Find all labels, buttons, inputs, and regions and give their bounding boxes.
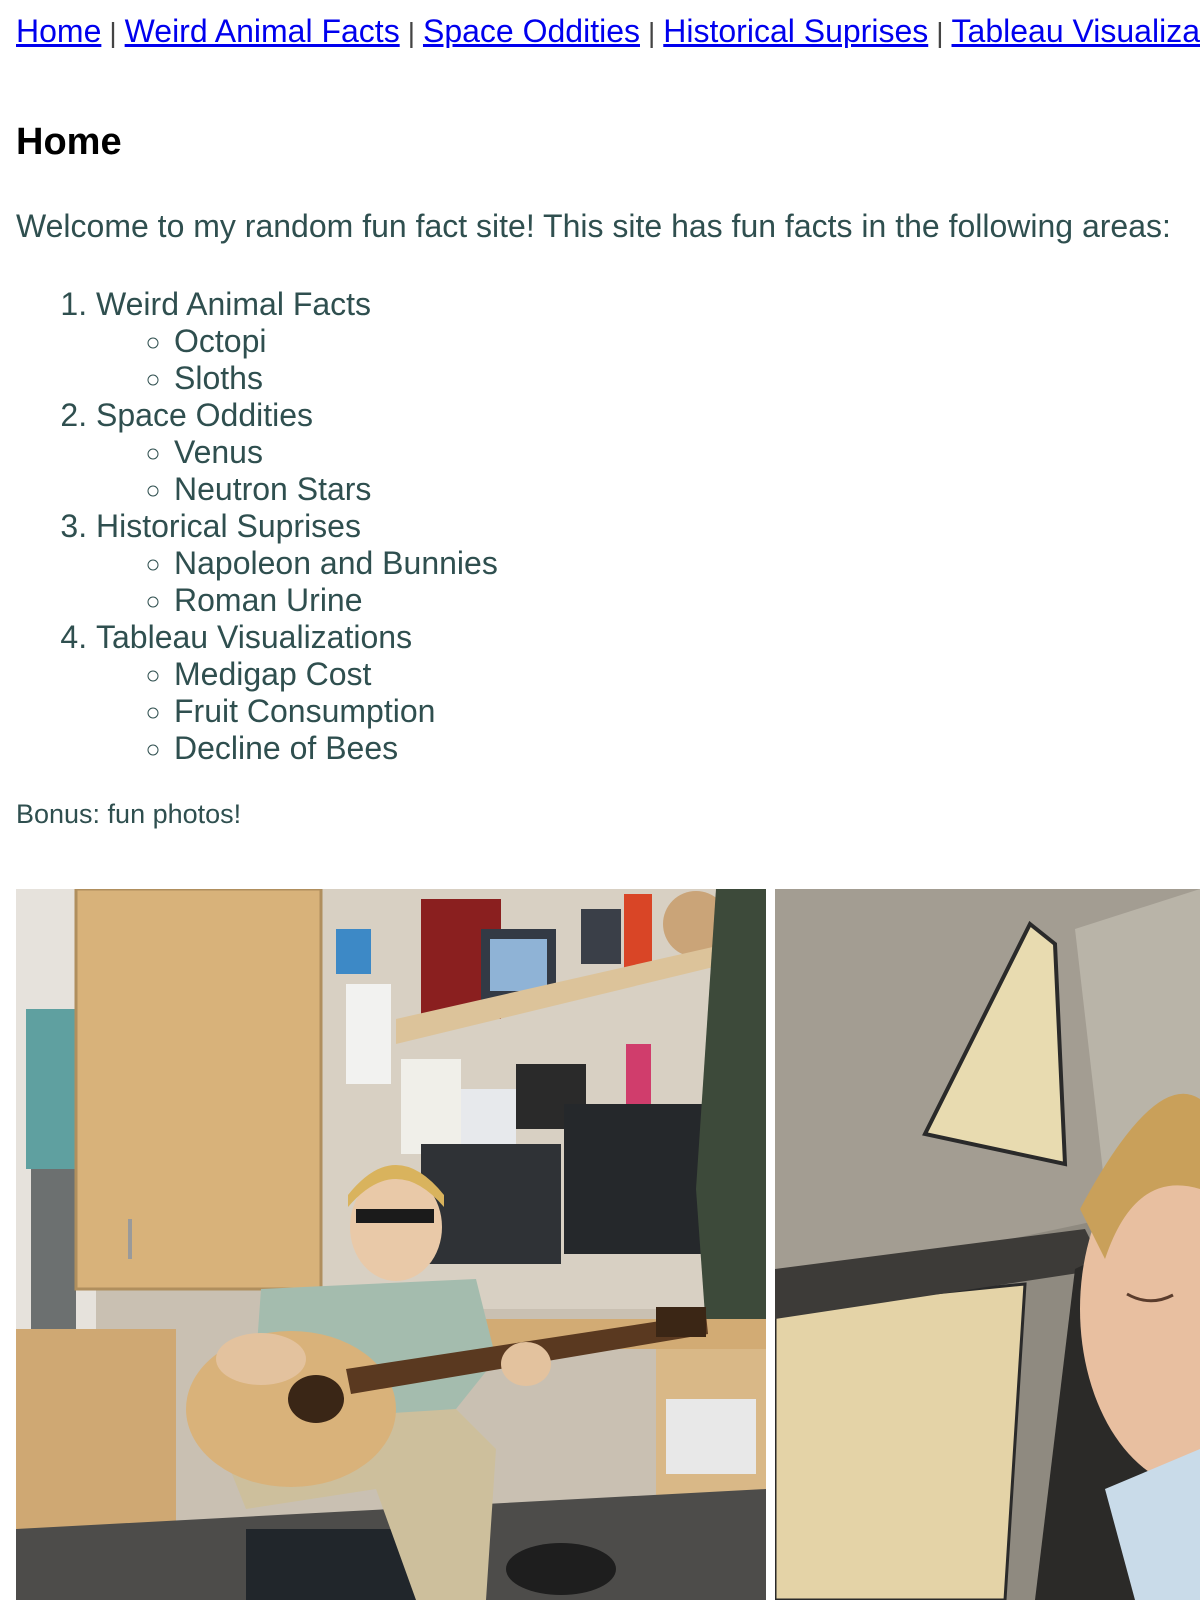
subtopic-item: Medigap Cost xyxy=(174,656,498,693)
nav-link-weird-animal-facts[interactable]: Weird Animal Facts xyxy=(125,13,400,48)
bonus-text: Bonus: fun photos! xyxy=(16,799,242,829)
topic-item-historical-suprises: Historical Suprises Napoleon and Bunnies… xyxy=(96,508,498,619)
page-title: Home xyxy=(16,121,122,163)
subtopic-item: Roman Urine xyxy=(174,582,498,619)
nav-link-home[interactable]: Home xyxy=(16,13,101,48)
guitar-dorm-photo xyxy=(16,889,766,1600)
nav-separator: | xyxy=(647,17,656,48)
subtopic-item: Sloths xyxy=(174,360,498,397)
intro-text: Welcome to my random fun fact site! This… xyxy=(16,208,1171,244)
guitar-dorm-illustration xyxy=(16,889,766,1600)
nav-separator: | xyxy=(936,17,944,48)
topic-label: Weird Animal Facts xyxy=(96,286,372,322)
subtopic-item: Venus xyxy=(174,434,498,471)
subtopic-list: Medigap Cost Fruit Consumption Decline o… xyxy=(96,656,498,767)
topic-label: Space Oddities xyxy=(96,397,314,433)
subtopic-item: Neutron Stars xyxy=(174,471,498,508)
topic-label: Tableau Visualizations xyxy=(96,619,413,655)
subtopic-list: Venus Neutron Stars xyxy=(96,434,498,508)
subtopic-list: Napoleon and Bunnies Roman Urine xyxy=(96,545,498,619)
subtopic-item: Napoleon and Bunnies xyxy=(174,545,498,582)
topic-label: Historical Suprises xyxy=(96,508,361,544)
car-selfie-illustration xyxy=(775,889,1200,1600)
car-selfie-photo xyxy=(775,889,1200,1600)
top-nav: Home | Weird Animal Facts | Space Oddities | H… xyxy=(16,8,1200,48)
topic-list: Weird Animal Facts Octopi Sloths Space O… xyxy=(16,286,498,767)
subtopic-item: Octopi xyxy=(174,323,498,360)
topic-item-weird-animal-facts: Weird Animal Facts Octopi Sloths xyxy=(96,286,498,397)
topic-item-tableau-visualizations: Tableau Visualizations Medigap Cost Frui… xyxy=(96,619,498,767)
nav-link-tableau-visualizations[interactable]: Tableau Visualizations xyxy=(952,13,1200,48)
nav-separator: | xyxy=(407,17,415,48)
subtopic-item: Decline of Bees xyxy=(174,730,498,767)
nav-link-historical-suprises[interactable]: Historical Suprises xyxy=(663,13,928,48)
nav-link-space-oddities[interactable]: Space Oddities xyxy=(423,13,640,48)
topic-item-space-oddities: Space Oddities Venus Neutron Stars xyxy=(96,397,498,508)
subtopic-list: Octopi Sloths xyxy=(96,323,498,397)
nav-separator: | xyxy=(109,17,117,48)
subtopic-item: Fruit Consumption xyxy=(174,693,498,730)
